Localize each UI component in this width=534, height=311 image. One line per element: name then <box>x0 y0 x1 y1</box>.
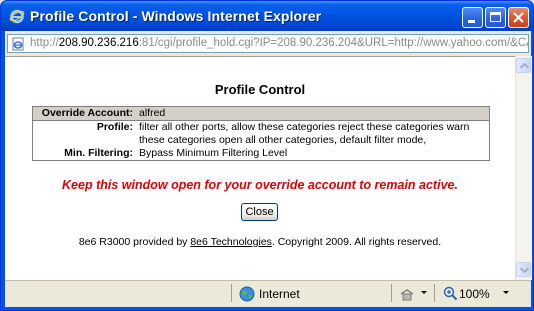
zoom-icon[interactable] <box>443 286 458 301</box>
title-bar[interactable]: Profile Control - Windows Internet Explo… <box>1 1 533 31</box>
row-label: Override Account: <box>32 106 136 121</box>
zoom-dropdown-icon[interactable] <box>503 291 509 294</box>
address-bar: http://208.90.236.216:81/cgi/profile_hol… <box>5 31 531 56</box>
maximize-button[interactable] <box>485 7 506 28</box>
footer-text: 8e6 R3000 provided by <box>78 236 191 248</box>
row-label: Profile: <box>96 121 133 133</box>
close-button[interactable]: Close <box>241 203 278 221</box>
security-zone: Internet <box>259 287 300 301</box>
warning-message: Keep this window open for your override … <box>62 178 458 192</box>
status-divider <box>231 284 232 302</box>
ie-window: Profile Control - Windows Internet Explo… <box>0 0 534 311</box>
footer-link[interactable]: 8e6 Technologies <box>190 236 272 248</box>
table-row: Override Account: alfred <box>32 106 490 121</box>
status-divider <box>434 284 435 302</box>
zoom-level[interactable]: 100% <box>459 287 490 301</box>
table-row: Min. Filtering: Bypass Minimum Filtering… <box>33 147 490 161</box>
table-row: Profile: filter all other ports, allow t… <box>33 121 490 148</box>
scroll-up-button[interactable] <box>516 58 531 73</box>
page-title: Profile Control <box>214 82 306 97</box>
status-divider <box>391 284 392 302</box>
status-bar: Internet 100% <box>5 280 531 307</box>
dropdown-arrow-icon[interactable] <box>421 291 427 294</box>
close-icon <box>513 12 524 23</box>
protected-mode-icon[interactable] <box>399 287 415 301</box>
arrow-up-icon <box>520 63 529 69</box>
address-url: http://208.90.236.216:81/cgi/profile_hol… <box>30 37 529 49</box>
close-window-button[interactable] <box>508 7 529 28</box>
scroll-down-button[interactable] <box>516 262 531 277</box>
globe-icon <box>239 286 255 302</box>
row-value: filter all other ports, allow these cate… <box>139 121 470 146</box>
maximize-icon <box>490 12 501 22</box>
arrow-down-icon <box>520 267 529 273</box>
override-info-table: Override Account: alfred Profile: filter… <box>32 106 490 161</box>
footer: 8e6 R3000 provided by 8e6 Technologies. … <box>5 236 515 248</box>
address-field[interactable]: http://208.90.236.216:81/cgi/profile_hol… <box>7 34 529 53</box>
minimize-icon <box>468 20 475 23</box>
row-value: Bypass Minimum Filtering Level <box>139 147 288 159</box>
page-content: Profile Control Override Account: alfred… <box>5 56 515 281</box>
vertical-scrollbar[interactable] <box>515 56 532 280</box>
row-label: Min. Filtering: <box>64 147 133 159</box>
window-title: Profile Control - Windows Internet Explo… <box>30 8 322 24</box>
minimize-button[interactable] <box>462 7 483 28</box>
page-icon <box>12 37 24 51</box>
footer-copyright: . Copyright 2009. All rights reserved. <box>271 236 442 248</box>
row-value: alfred <box>136 106 490 121</box>
internet-explorer-icon <box>9 9 25 24</box>
